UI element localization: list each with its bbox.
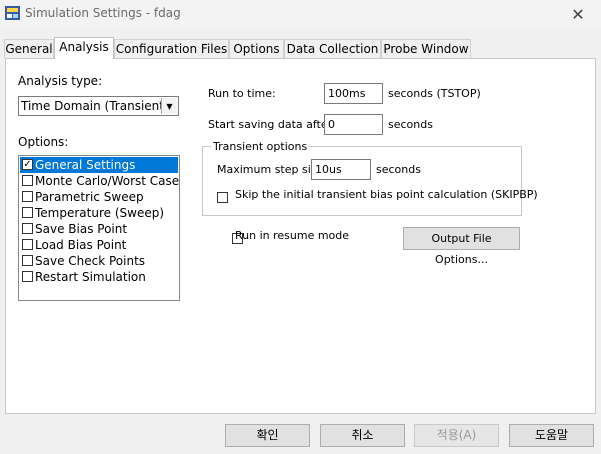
skip-bias-checkbox[interactable] xyxy=(217,192,228,203)
resume-mode-label: Run in resume mode xyxy=(235,229,350,242)
option-label: Save Bias Point xyxy=(35,222,128,236)
output-file-options-button[interactable]: Output File Options... xyxy=(403,227,520,266)
skip-bias-label: Skip the initial transient bias point ca… xyxy=(235,188,538,201)
option-load-bias-point[interactable]: Load Bias Point xyxy=(20,237,178,253)
start-saving-label: Start saving data after: xyxy=(208,118,336,131)
option-parametric-sweep[interactable]: Parametric Sweep xyxy=(20,189,178,205)
transient-options-title: Transient options xyxy=(211,140,310,153)
window-title: Simulation Settings - fdag xyxy=(25,6,181,20)
tab-options[interactable]: Options xyxy=(229,39,284,58)
option-save-bias-point[interactable]: Save Bias Point xyxy=(20,221,178,237)
close-icon: ✕ xyxy=(571,4,585,24)
tab-configuration-files[interactable]: Configuration Files xyxy=(114,39,229,58)
checkbox-icon[interactable] xyxy=(22,271,33,282)
max-step-unit: seconds xyxy=(376,163,421,176)
option-general-settings[interactable]: ✓ General Settings xyxy=(20,157,178,173)
checkbox-icon[interactable] xyxy=(22,223,33,234)
option-monte-carlo[interactable]: Monte Carlo/Worst Case xyxy=(20,173,180,189)
tab-general[interactable]: General xyxy=(4,39,54,58)
checkbox-icon[interactable] xyxy=(22,191,33,202)
tab-probe-window[interactable]: Probe Window xyxy=(381,39,471,58)
option-label: Temperature (Sweep) xyxy=(35,206,165,220)
start-saving-input[interactable]: 0 xyxy=(324,114,383,135)
cancel-button[interactable]: 취소 xyxy=(320,424,405,447)
close-button[interactable]: ✕ xyxy=(555,0,601,28)
checkbox-icon[interactable] xyxy=(22,207,33,218)
analysis-type-select[interactable]: Time Domain (Transient) ▼ xyxy=(18,96,179,116)
analysis-type-label: Analysis type: xyxy=(18,74,103,88)
analysis-type-value: Time Domain (Transient) xyxy=(21,99,169,113)
tab-analysis[interactable]: Analysis xyxy=(54,37,114,59)
checkbox-icon[interactable] xyxy=(22,255,33,266)
options-list[interactable]: ✓ General Settings Monte Carlo/Worst Case… xyxy=(18,155,180,301)
checkbox-checked-icon[interactable]: ✓ xyxy=(22,159,33,170)
option-restart-simulation[interactable]: Restart Simulation xyxy=(20,269,178,285)
tab-data-collection[interactable]: Data Collection xyxy=(284,39,381,58)
ok-button[interactable]: 확인 xyxy=(225,424,310,447)
option-label: Restart Simulation xyxy=(35,270,146,284)
help-button[interactable]: 도움말 xyxy=(509,424,594,447)
app-icon xyxy=(5,6,20,20)
option-label: Parametric Sweep xyxy=(35,190,144,204)
run-to-time-input[interactable]: 100ms xyxy=(324,83,383,104)
option-save-check-points[interactable]: Save Check Points xyxy=(20,253,178,269)
option-label: Monte Carlo/Worst Case xyxy=(35,174,180,188)
apply-button[interactable]: 적용(A) xyxy=(414,424,499,447)
max-step-input[interactable]: 10us xyxy=(311,159,371,180)
option-temperature-sweep[interactable]: Temperature (Sweep) xyxy=(20,205,178,221)
checkbox-icon[interactable] xyxy=(22,175,33,186)
option-label: Load Bias Point xyxy=(35,238,127,252)
run-to-time-label: Run to time: xyxy=(208,87,276,100)
checkbox-icon[interactable] xyxy=(22,239,33,250)
transient-options-group xyxy=(202,146,522,216)
options-label: Options: xyxy=(18,135,69,149)
run-to-time-unit: seconds (TSTOP) xyxy=(388,87,481,100)
title-bar: Simulation Settings - fdag ✕ xyxy=(0,0,601,28)
option-label: Save Check Points xyxy=(35,254,146,268)
chevron-down-icon[interactable]: ▼ xyxy=(161,98,177,114)
analysis-panel: Analysis type: Time Domain (Transient) ▼… xyxy=(5,58,596,414)
option-label: General Settings xyxy=(35,158,136,172)
start-saving-unit: seconds xyxy=(388,118,433,131)
